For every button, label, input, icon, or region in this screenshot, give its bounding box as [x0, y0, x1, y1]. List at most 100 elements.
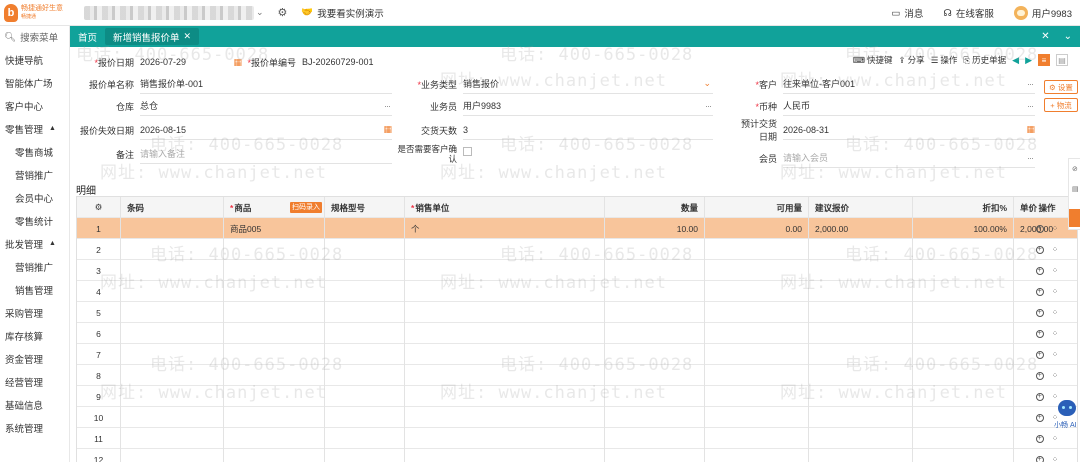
cell-suggest-price[interactable] — [809, 365, 913, 386]
col-barcode[interactable]: 条码 — [121, 197, 224, 218]
close-all-icon[interactable]: ✕ — [1041, 31, 1049, 42]
warehouse-field[interactable]: 仓库 总仓 ··· — [72, 96, 392, 116]
member-field[interactable]: 会员 请输入会员 ··· — [735, 148, 1035, 168]
expected-date-field[interactable]: 预计交货日期 2026-08-31 ▦ — [735, 119, 1035, 142]
demo-button[interactable]: 🤝 我要看实例演示 — [301, 6, 383, 20]
account-selector-blurred[interactable] — [84, 5, 254, 20]
cell-unit[interactable] — [405, 323, 605, 344]
cell-barcode[interactable] — [121, 407, 224, 428]
cell-spec[interactable] — [325, 428, 405, 449]
cell-spec[interactable] — [325, 449, 405, 462]
cell-unit[interactable] — [405, 239, 605, 260]
cell-suggest-price[interactable] — [809, 344, 913, 365]
cell-suggest-price[interactable]: 2,000.00 — [809, 218, 913, 239]
table-row[interactable]: 9 + ⁘ — [77, 386, 1077, 407]
cell-suggest-price[interactable] — [809, 302, 913, 323]
cell-discount[interactable] — [913, 344, 1014, 365]
calendar-icon[interactable]: ▦ — [383, 124, 392, 135]
logistics-button[interactable]: + 物流 — [1044, 98, 1078, 112]
settings-button[interactable]: ⚙ 设置 — [1044, 80, 1078, 94]
col-product[interactable]: * 商品 扫码录入 — [224, 197, 325, 218]
col-unit[interactable]: * 销售单位 — [405, 197, 605, 218]
row-menu-icon[interactable]: ⁘ — [1052, 287, 1059, 296]
cell-barcode[interactable] — [121, 281, 224, 302]
ai-assistant[interactable]: 小畅 AI — [1054, 398, 1080, 436]
row-menu-icon[interactable]: ⁘ — [1052, 350, 1059, 359]
list-view-icon[interactable]: ▤ — [1056, 54, 1068, 66]
cell-qty[interactable] — [605, 428, 705, 449]
cell-barcode[interactable] — [121, 260, 224, 281]
tab-home[interactable]: 首页 — [70, 26, 105, 47]
cell-product[interactable]: 商品005 — [224, 218, 325, 239]
cell-qty[interactable] — [605, 239, 705, 260]
cell-suggest-price[interactable] — [809, 428, 913, 449]
cell-suggest-price[interactable] — [809, 323, 913, 344]
row-menu-icon[interactable]: ⁘ — [1052, 224, 1059, 233]
cell-spec[interactable] — [325, 365, 405, 386]
table-row[interactable]: 10 + ⁘ — [77, 407, 1077, 428]
row-menu-icon[interactable]: ⁘ — [1052, 371, 1059, 380]
cell-spec[interactable] — [325, 239, 405, 260]
cell-available[interactable] — [705, 302, 809, 323]
add-row-icon[interactable]: + — [1035, 350, 1044, 359]
cell-available[interactable] — [705, 260, 809, 281]
cell-discount[interactable] — [913, 323, 1014, 344]
cell-product[interactable] — [224, 386, 325, 407]
cell-available[interactable] — [705, 365, 809, 386]
col-qty[interactable]: 数量 — [605, 197, 705, 218]
cell-barcode[interactable] — [121, 218, 224, 239]
cell-suggest-price[interactable] — [809, 449, 913, 462]
sidebar-item[interactable]: 客户中心 — [0, 94, 69, 117]
cell-product[interactable] — [224, 365, 325, 386]
cell-barcode[interactable] — [121, 428, 224, 449]
cell-available[interactable]: 0.00 — [705, 218, 809, 239]
cell-barcode[interactable] — [121, 449, 224, 462]
add-row-icon[interactable]: + — [1035, 224, 1044, 233]
sidebar-item[interactable]: 快捷导航 — [0, 48, 69, 71]
sidebar-item[interactable]: 销售管理 — [0, 278, 69, 301]
cell-unit[interactable] — [405, 344, 605, 365]
cell-barcode[interactable] — [121, 344, 224, 365]
sidebar-item[interactable]: 经营管理 — [0, 370, 69, 393]
add-row-icon[interactable]: + — [1035, 245, 1044, 254]
confirm-checkbox[interactable] — [463, 146, 472, 156]
table-row[interactable]: 11 + ⁘ — [77, 428, 1077, 449]
row-menu-icon[interactable]: ⁘ — [1052, 308, 1059, 317]
document-icon[interactable]: ▤ — [1072, 185, 1079, 193]
cell-discount[interactable] — [913, 428, 1014, 449]
cell-spec[interactable] — [325, 302, 405, 323]
cell-suggest-price[interactable] — [809, 281, 913, 302]
cell-unit[interactable]: 个 — [405, 218, 605, 239]
calendar-icon[interactable]: ▦ — [1026, 124, 1035, 135]
cell-suggest-price[interactable] — [809, 386, 913, 407]
cell-suggest-price[interactable] — [809, 239, 913, 260]
cell-barcode[interactable] — [121, 302, 224, 323]
chevron-down-icon[interactable]: ⌄ — [1064, 31, 1072, 42]
chevron-down-icon[interactable]: ⌄ — [703, 78, 711, 89]
cell-spec[interactable] — [325, 218, 405, 239]
cell-suggest-price[interactable] — [809, 407, 913, 428]
cell-spec[interactable] — [325, 281, 405, 302]
messages-button[interactable]: ▭ 消息 — [891, 6, 923, 21]
cell-qty[interactable] — [605, 365, 705, 386]
col-discount[interactable]: 折扣% — [913, 197, 1014, 218]
row-menu-icon[interactable]: ⁘ — [1052, 455, 1059, 462]
quote-name-field[interactable]: 报价单名称 销售报价单-001 — [72, 74, 392, 94]
cell-discount[interactable] — [913, 407, 1014, 428]
cell-unit[interactable] — [405, 260, 605, 281]
cell-product[interactable] — [224, 239, 325, 260]
add-row-icon[interactable]: + — [1035, 434, 1044, 443]
sidebar-item[interactable]: 营销推广 — [0, 255, 69, 278]
sidebar-item[interactable]: 会员中心 — [0, 186, 69, 209]
row-menu-icon[interactable]: ⁘ — [1052, 266, 1059, 275]
cell-qty[interactable] — [605, 344, 705, 365]
cell-suggest-price[interactable] — [809, 260, 913, 281]
col-spec[interactable]: 规格型号 — [325, 197, 405, 218]
cell-product[interactable] — [224, 428, 325, 449]
cell-available[interactable] — [705, 449, 809, 462]
sidebar-item[interactable]: 智能体广场 — [0, 71, 69, 94]
add-row-icon[interactable]: + — [1035, 266, 1044, 275]
more-icon[interactable]: ··· — [705, 101, 712, 111]
sidebar-item[interactable]: 零售管理 ▲ — [0, 117, 69, 140]
active-dock-item[interactable] — [1069, 209, 1080, 227]
